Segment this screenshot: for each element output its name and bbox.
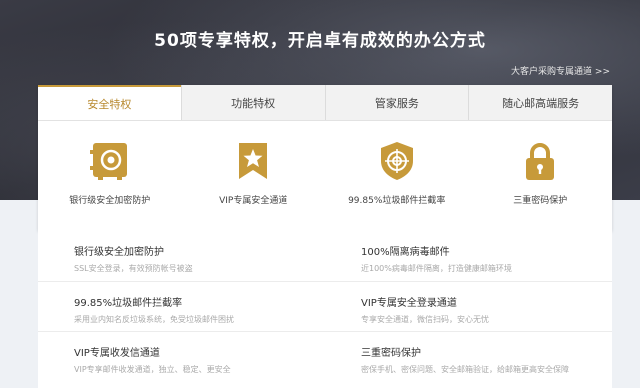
list-item: 100%隔离病毒邮件 近100%病毒邮件隔离，打造健康邮箱环境 — [325, 231, 612, 281]
feature-icons: 银行级安全加密防护 VIP专属安全通道 99.85%垃圾邮件拦截率 三重密码保护 — [38, 121, 612, 231]
item-desc: 采用业内知名反垃圾系统，免受垃圾邮件困扰 — [74, 315, 234, 324]
tab-butler-service[interactable]: 管家服务 — [324, 85, 469, 120]
shield-target-icon — [380, 142, 413, 180]
list-row: 99.85%垃圾邮件拦截率 采用业内知名反垃圾系统，免受垃圾邮件困扰 VIP专属… — [38, 281, 612, 331]
item-desc: 密保手机、密保问题、安全邮箱验证，给邮箱更高安全保障 — [361, 365, 569, 374]
item-title: 99.85%垃圾邮件拦截率 — [74, 298, 183, 309]
feature-item: VIP专属安全通道 — [182, 121, 326, 231]
feature-item: 99.85%垃圾邮件拦截率 — [325, 121, 469, 231]
enterprise-purchase-link[interactable]: 大客户采购专属通道 >> — [511, 64, 610, 77]
tab-security[interactable]: 安全特权 — [38, 85, 181, 120]
bookmark-star-icon — [239, 143, 268, 179]
item-title: VIP专属安全登录通道 — [361, 298, 457, 309]
list-item: 三重密码保护 密保手机、密保问题、安全邮箱验证，给邮箱更高安全保障 — [325, 332, 612, 381]
item-title: 100%隔离病毒邮件 — [361, 247, 450, 258]
tab-bar: 安全特权 功能特权 管家服务 随心邮高端服务 — [38, 85, 612, 121]
feature-label: 99.85%垃圾邮件拦截率 — [348, 196, 446, 206]
feature-item: 银行级安全加密防护 — [38, 121, 182, 231]
list-item: 99.85%垃圾邮件拦截率 采用业内知名反垃圾系统，免受垃圾邮件困扰 — [38, 282, 325, 331]
hero-title: 50项专享特权，开启卓有成效的办公方式 — [154, 31, 486, 51]
feature-label: 银行级安全加密防护 — [69, 196, 151, 206]
item-title: 银行级安全加密防护 — [74, 247, 164, 258]
item-desc: 专享安全通道，微信扫码，安心无忧 — [361, 315, 489, 324]
tab-premium-service[interactable]: 随心邮高端服务 — [468, 85, 612, 120]
item-desc: VIP专享邮件收发通道，独立、稳定、更安全 — [74, 365, 231, 374]
list-row: 银行级安全加密防护 SSL安全登录，有效预防帐号被盗 100%隔离病毒邮件 近1… — [38, 231, 612, 281]
privilege-list: 银行级安全加密防护 SSL安全登录，有效预防帐号被盗 100%隔离病毒邮件 近1… — [38, 231, 612, 388]
list-item: 银行级安全加密防护 SSL安全登录，有效预防帐号被盗 — [38, 231, 325, 281]
list-item: VIP专属安全登录通道 专享安全通道，微信扫码，安心无忧 — [325, 282, 612, 331]
feature-label: 三重密码保护 — [513, 196, 568, 206]
item-desc: 近100%病毒邮件隔离，打造健康邮箱环境 — [361, 264, 512, 273]
item-desc: SSL安全登录，有效预防帐号被盗 — [74, 264, 193, 273]
safe-icon — [89, 143, 127, 180]
list-row: VIP专属收发信通道 VIP专享邮件收发通道，独立、稳定、更安全 三重密码保护 … — [38, 331, 612, 381]
item-title: VIP专属收发信通道 — [74, 348, 160, 359]
item-title: 三重密码保护 — [361, 348, 421, 359]
list-item: VIP专属收发信通道 VIP专享邮件收发通道，独立、稳定、更安全 — [38, 332, 325, 381]
tab-features[interactable]: 功能特权 — [180, 85, 325, 120]
lock-icon — [526, 143, 555, 180]
feature-item: 三重密码保护 — [469, 121, 613, 231]
feature-label: VIP专属安全通道 — [219, 196, 288, 206]
privilege-card: 安全特权 功能特权 管家服务 随心邮高端服务 银行级安全加密防护 VIP专属安全… — [38, 85, 612, 231]
